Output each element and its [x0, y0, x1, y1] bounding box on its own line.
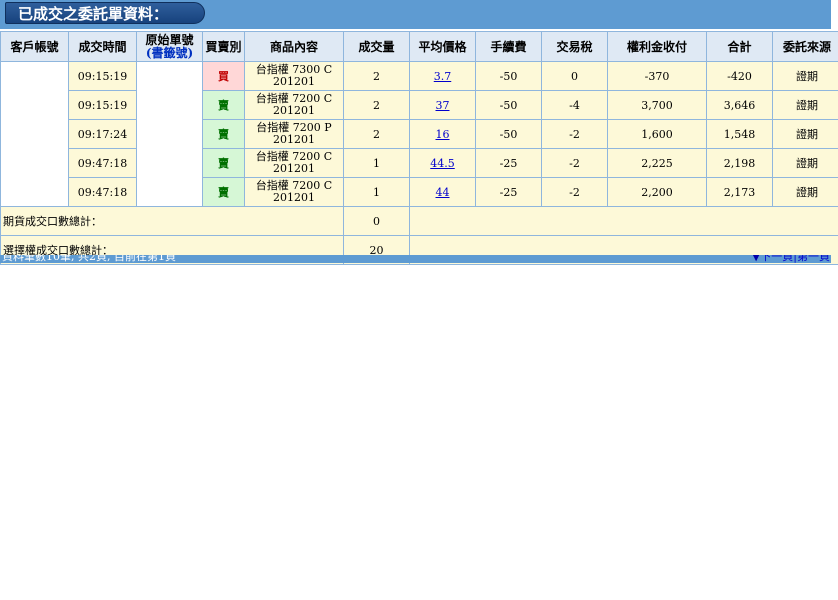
orig-order-cell [136, 61, 203, 207]
tax-cell: -4 [541, 90, 608, 120]
table-row: 09:47:18 賣 台指權 7200 C 201201 1 44 -25 -2… [1, 177, 838, 207]
next-page-link[interactable]: 下一頁 [760, 255, 793, 263]
col-orig-order-sub-label: (書籤號) [145, 45, 194, 60]
fee-cell: -50 [475, 90, 542, 120]
fee-cell: -50 [475, 61, 542, 91]
futures-total-label: 期貨成交口數總計： [0, 206, 344, 236]
product-cell: 台指權 7200 C 201201 [244, 177, 344, 207]
col-total: 合計 [706, 31, 773, 62]
avg-price-cell: 44 [409, 177, 476, 207]
col-orig-order-label: 原始單號 [145, 32, 194, 47]
fee-cell: -25 [475, 148, 542, 178]
product-cell: 台指權 7300 C 201201 [244, 61, 344, 91]
total-cell: 2,173 [706, 177, 773, 207]
col-product: 商品內容 [244, 31, 344, 62]
product-cell: 台指權 7200 C 201201 [244, 90, 344, 120]
col-account: 客戶帳號 [0, 31, 69, 62]
col-source: 委託來源 [772, 31, 838, 62]
record-count-info: 資料筆數10筆, 共2頁, 目前在第1頁 [2, 255, 176, 263]
pagination-bar: 資料筆數10筆, 共2頁, 目前在第1頁 ▼下一頁|第一頁 [0, 255, 831, 263]
time-cell: 09:15:19 [68, 61, 137, 91]
source-cell: 證期 [772, 90, 838, 120]
time-cell: 09:47:18 [68, 148, 137, 178]
table-header-row: 客戶帳號 成交時間 原始單號 (書籤號) 買賣別 商品內容 成交量 平均價格 手… [0, 31, 838, 62]
first-page-link[interactable]: 第一頁 [797, 255, 830, 263]
total-cell: 2,198 [706, 148, 773, 178]
product-month: 201201 [273, 191, 315, 204]
page-title-text: 已成交之委託單資料： [18, 5, 169, 23]
tax-cell: -2 [541, 177, 608, 207]
qty-cell: 1 [343, 148, 410, 178]
qty-cell: 1 [343, 177, 410, 207]
source-cell: 證期 [772, 61, 838, 91]
avg-price-link[interactable]: 37 [436, 99, 450, 112]
time-cell: 09:15:19 [68, 90, 137, 120]
time-cell: 09:47:18 [68, 177, 137, 207]
tax-cell: -2 [541, 148, 608, 178]
avg-price-cell: 37 [409, 90, 476, 120]
avg-price-cell: 3.7 [409, 61, 476, 91]
table-row: 09:15:19 買 台指權 7300 C 201201 2 3.7 -50 0… [0, 61, 838, 207]
source-cell: 證期 [772, 148, 838, 178]
product-month: 201201 [273, 104, 315, 117]
product-month: 201201 [273, 162, 315, 175]
product-cell: 台指權 7200 P 201201 [244, 119, 344, 149]
qty-cell: 2 [343, 119, 410, 149]
premium-cell: 2,200 [607, 177, 707, 207]
avg-price-cell: 44.5 [409, 148, 476, 178]
title-bar: 已成交之委託單資料： [0, 0, 831, 29]
side-cell: 買 [202, 61, 245, 91]
qty-cell: 2 [343, 61, 410, 91]
pager: ▼下一頁|第一頁 [752, 255, 830, 263]
side-cell: 賣 [202, 177, 245, 207]
page-title: 已成交之委託單資料： [5, 2, 205, 24]
side-cell: 賣 [202, 148, 245, 178]
side-cell: 賣 [202, 90, 245, 120]
fee-cell: -50 [475, 119, 542, 149]
tax-cell: 0 [541, 61, 608, 91]
table-row: 09:47:18 賣 台指權 7200 C 201201 1 44.5 -25 … [1, 148, 838, 178]
col-premium: 權利金收付 [607, 31, 707, 62]
account-cell [0, 61, 69, 207]
source-cell: 證期 [772, 119, 838, 149]
col-orig-order: 原始單號 (書籤號) [136, 31, 203, 62]
col-tax: 交易稅 [541, 31, 608, 62]
filled-orders-table: 客戶帳號 成交時間 原始單號 (書籤號) 買賣別 商品內容 成交量 平均價格 手… [0, 31, 838, 265]
time-cell: 09:17:24 [68, 119, 137, 149]
table-row: 09:15:19 賣 台指權 7200 C 201201 2 37 -50 -4… [1, 90, 838, 120]
total-cell: 1,548 [706, 119, 773, 149]
col-avg-price: 平均價格 [409, 31, 476, 62]
product-cell: 台指權 7200 C 201201 [244, 148, 344, 178]
avg-price-link[interactable]: 44.5 [430, 157, 455, 170]
side-cell: 賣 [202, 119, 245, 149]
col-fee: 手續費 [475, 31, 542, 62]
tax-cell: -2 [541, 119, 608, 149]
table-row: 09:17:24 賣 台指權 7200 P 201201 2 16 -50 -2… [1, 119, 838, 149]
total-cell: 3,646 [706, 90, 773, 120]
avg-price-link[interactable]: 44 [436, 186, 450, 199]
product-month: 201201 [273, 133, 315, 146]
summary-futures-row: 期貨成交口數總計： 0 [0, 206, 838, 236]
col-time: 成交時間 [68, 31, 137, 62]
total-cell: -420 [706, 61, 773, 91]
avg-price-link[interactable]: 3.7 [434, 70, 452, 83]
qty-cell: 2 [343, 90, 410, 120]
premium-cell: 3,700 [607, 90, 707, 120]
fee-cell: -25 [475, 177, 542, 207]
arrow-down-icon: ▼ [751, 255, 761, 263]
avg-price-cell: 16 [409, 119, 476, 149]
col-qty: 成交量 [343, 31, 410, 62]
futures-total-value: 0 [343, 206, 410, 236]
avg-price-link[interactable]: 16 [436, 128, 450, 141]
col-side: 買賣別 [202, 31, 245, 62]
premium-cell: 1,600 [607, 119, 707, 149]
product-month: 201201 [273, 75, 315, 88]
premium-cell: 2,225 [607, 148, 707, 178]
source-cell: 證期 [772, 177, 838, 207]
futures-total-filler [409, 206, 838, 236]
premium-cell: -370 [607, 61, 707, 91]
